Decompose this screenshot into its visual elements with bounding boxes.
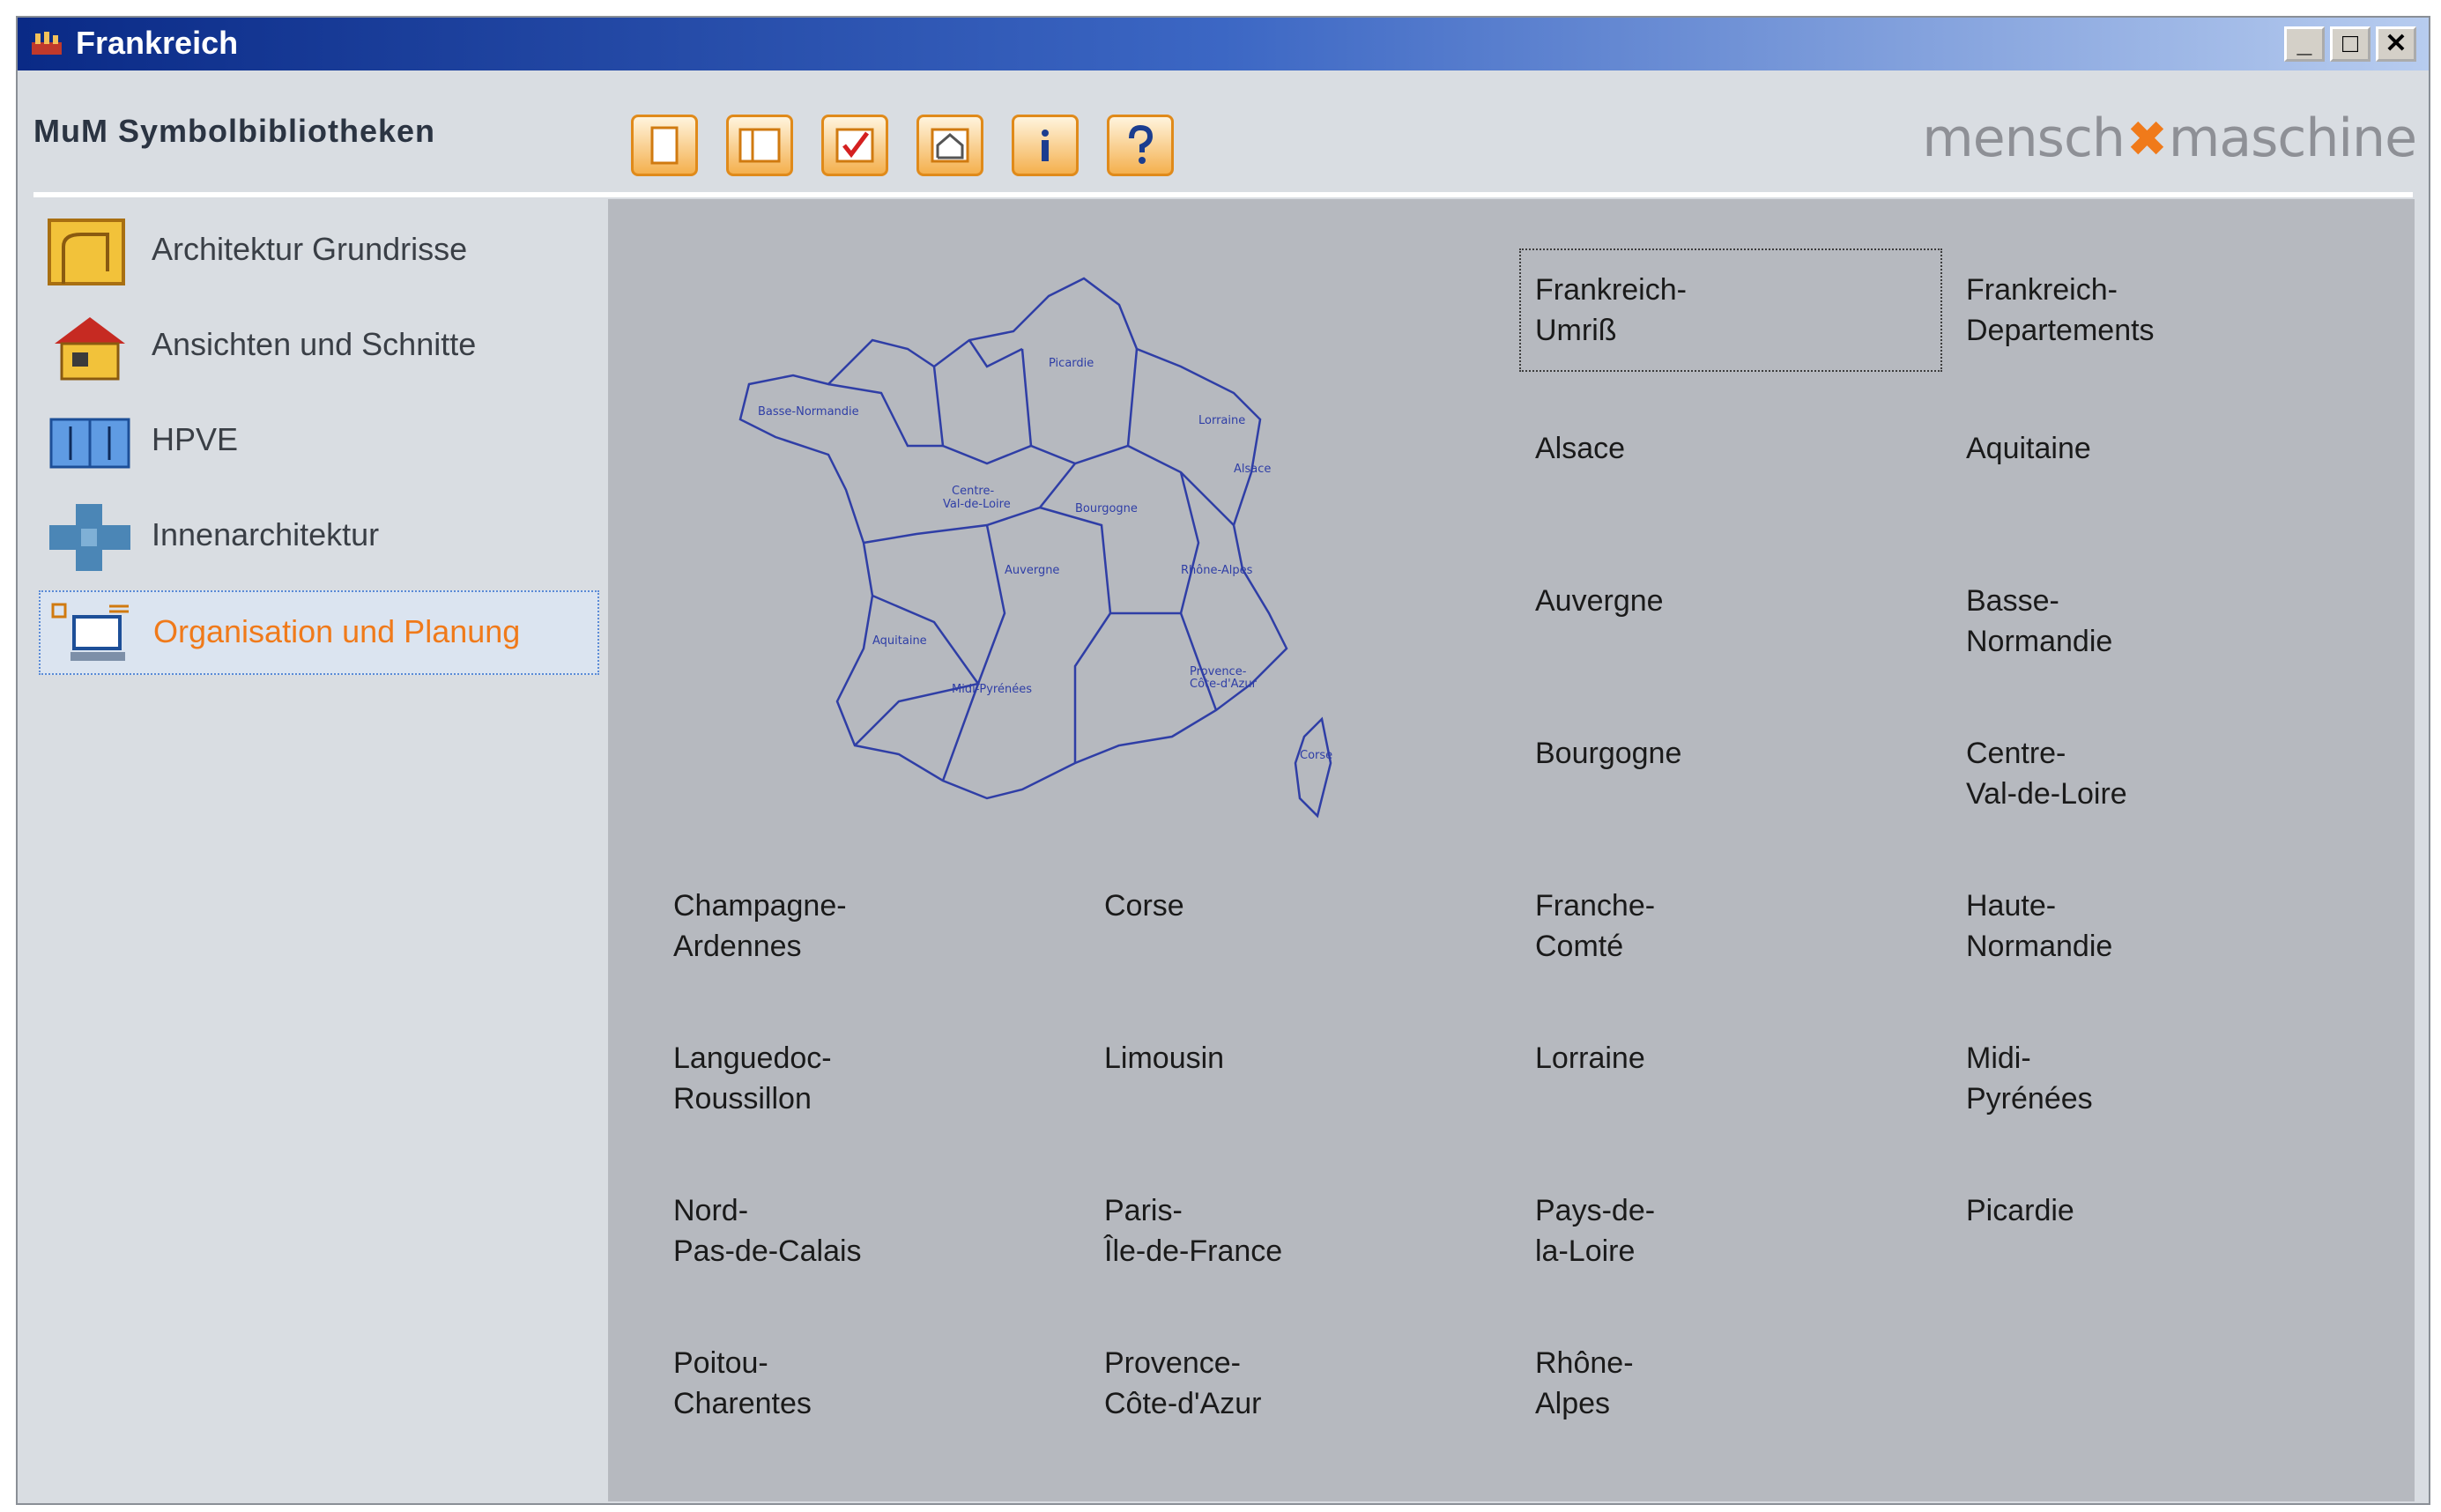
house-icon <box>55 317 125 381</box>
organisation-icon <box>51 603 129 661</box>
symbol-item[interactable]: Alsace <box>1535 428 1958 469</box>
sidebar-item-label: Architektur Grundrisse <box>152 231 468 267</box>
symbol-item[interactable]: Picardie <box>1966 1190 2389 1231</box>
checkmark-icon <box>835 128 874 163</box>
symbol-item[interactable]: Champagne- Ardennes <box>673 886 1096 967</box>
hpve-icon <box>49 418 130 469</box>
info-button[interactable] <box>1012 115 1079 176</box>
symbol-item[interactable]: Frankreich- Departements <box>1966 270 2389 351</box>
symbol-item[interactable]: Centre- Val-de-Loire <box>1966 733 2389 814</box>
new-library-button[interactable] <box>631 115 698 176</box>
sidebar-item-label: Innenarchitektur <box>152 516 380 552</box>
svg-text:Auvergne: Auvergne <box>1005 564 1059 577</box>
blank-page-icon <box>650 126 679 165</box>
sidebar-item-architektur-grundrisse[interactable]: Architektur Grundrisse <box>39 210 599 294</box>
svg-text:Rhône-Alpes: Rhône-Alpes <box>1181 564 1253 577</box>
svg-text:Corse: Corse <box>1300 749 1332 762</box>
toolbar-divider <box>33 192 2413 197</box>
symbol-item[interactable]: Paris- Île-de-France <box>1104 1190 1527 1271</box>
app-window: Frankreich _ □ ✕ MuM Symbolbibliotheken … <box>16 16 2430 1505</box>
svg-text:Centre-: Centre- <box>952 485 994 498</box>
svg-text:Midi-Pyrénées: Midi-Pyrénées <box>952 683 1032 696</box>
svg-text:Val-de-Loire: Val-de-Loire <box>943 498 1011 511</box>
svg-text:Côte-d'Azur: Côte-d'Azur <box>1190 678 1258 691</box>
title-bar[interactable]: Frankreich _ □ ✕ <box>18 18 2429 70</box>
svg-text:Bourgogne: Bourgogne <box>1075 502 1138 515</box>
svg-text:Picardie: Picardie <box>1049 357 1094 370</box>
symbol-item[interactable]: Nord- Pas-de-Calais <box>673 1190 1096 1271</box>
symbol-item[interactable]: Rhône- Alpes <box>1535 1343 1958 1424</box>
svg-text:Alsace: Alsace <box>1234 463 1271 476</box>
symbol-item[interactable]: Bourgogne <box>1535 733 1958 774</box>
france-map-preview[interactable]: Basse-Normandie Picardie Centre- Val-de-… <box>723 243 1357 825</box>
sidebar-item-label: HPVE <box>152 421 239 457</box>
maximize-button[interactable]: □ <box>2330 26 2371 62</box>
symbol-item[interactable]: Auvergne <box>1535 581 1958 621</box>
symbol-item[interactable]: Haute- Normandie <box>1966 886 2389 967</box>
logo-text-right: maschine <box>2168 107 2417 169</box>
symbol-item[interactable]: Aquitaine <box>1966 428 2389 469</box>
library-title: MuM Symbolbibliotheken <box>33 113 436 149</box>
svg-text:Provence-: Provence- <box>1190 665 1247 678</box>
minimize-button[interactable]: _ <box>2284 26 2325 62</box>
symbol-item[interactable]: Pays-de- la-Loire <box>1535 1190 1958 1271</box>
logo-x-icon: ✖ <box>2126 111 2168 168</box>
symbol-item[interactable]: Corse <box>1104 886 1527 926</box>
house-symbol-icon <box>931 128 969 163</box>
check-button[interactable] <box>821 115 888 176</box>
symbol-grid-panel: Basse-Normandie Picardie Centre- Val-de-… <box>608 199 2415 1501</box>
sidebar-item-organisation-und-planung[interactable]: Organisation und Planung <box>39 590 599 675</box>
symbol-item[interactable]: Franche- Comté <box>1535 886 1958 967</box>
window-title: Frankreich <box>76 25 239 61</box>
sidebar-item-label: Organisation und Planung <box>153 613 521 649</box>
symbol-item[interactable]: Provence- Côte-d'Azur <box>1104 1343 1527 1424</box>
symbol-item[interactable]: Frankreich- Umriß <box>1519 248 1942 372</box>
sidebar-item-hpve[interactable]: HPVE <box>39 400 599 485</box>
mensch-maschine-logo: mensch✖maschine <box>1922 107 2417 169</box>
symbol-item[interactable]: Languedoc- Roussillon <box>673 1038 1096 1119</box>
question-icon <box>1129 124 1154 164</box>
symbol-item[interactable]: Basse- Normandie <box>1966 581 2389 662</box>
symbol-item[interactable]: Limousin <box>1104 1038 1527 1078</box>
sidebar-item-label: Ansichten und Schnitte <box>152 326 477 362</box>
symbol-edit-button[interactable] <box>916 115 983 176</box>
svg-text:Aquitaine: Aquitaine <box>872 634 927 648</box>
help-button[interactable] <box>1107 115 1174 176</box>
library-sidebar: Architektur Grundrisse Ansichten und Sch… <box>30 210 612 1496</box>
sidebar-item-ansichten-und-schnitte[interactable]: Ansichten und Schnitte <box>39 305 599 389</box>
close-button[interactable]: ✕ <box>2376 26 2416 62</box>
open-library-button[interactable] <box>726 115 793 176</box>
floorplan-icon <box>48 219 125 285</box>
symbol-item[interactable]: Poitou- Charentes <box>673 1343 1096 1424</box>
logo-text-left: mensch <box>1922 107 2126 169</box>
svg-text:Lorraine: Lorraine <box>1198 414 1245 427</box>
symbol-item[interactable]: Lorraine <box>1535 1038 1958 1078</box>
symbol-item[interactable]: Midi- Pyrénées <box>1966 1038 2389 1119</box>
interior-icon <box>49 504 130 571</box>
open-book-icon <box>738 128 781 163</box>
sidebar-item-innenarchitektur[interactable]: Innenarchitektur <box>39 495 599 580</box>
app-icon <box>32 32 62 55</box>
svg-text:Basse-Normandie: Basse-Normandie <box>758 405 859 419</box>
info-icon <box>1042 130 1049 161</box>
